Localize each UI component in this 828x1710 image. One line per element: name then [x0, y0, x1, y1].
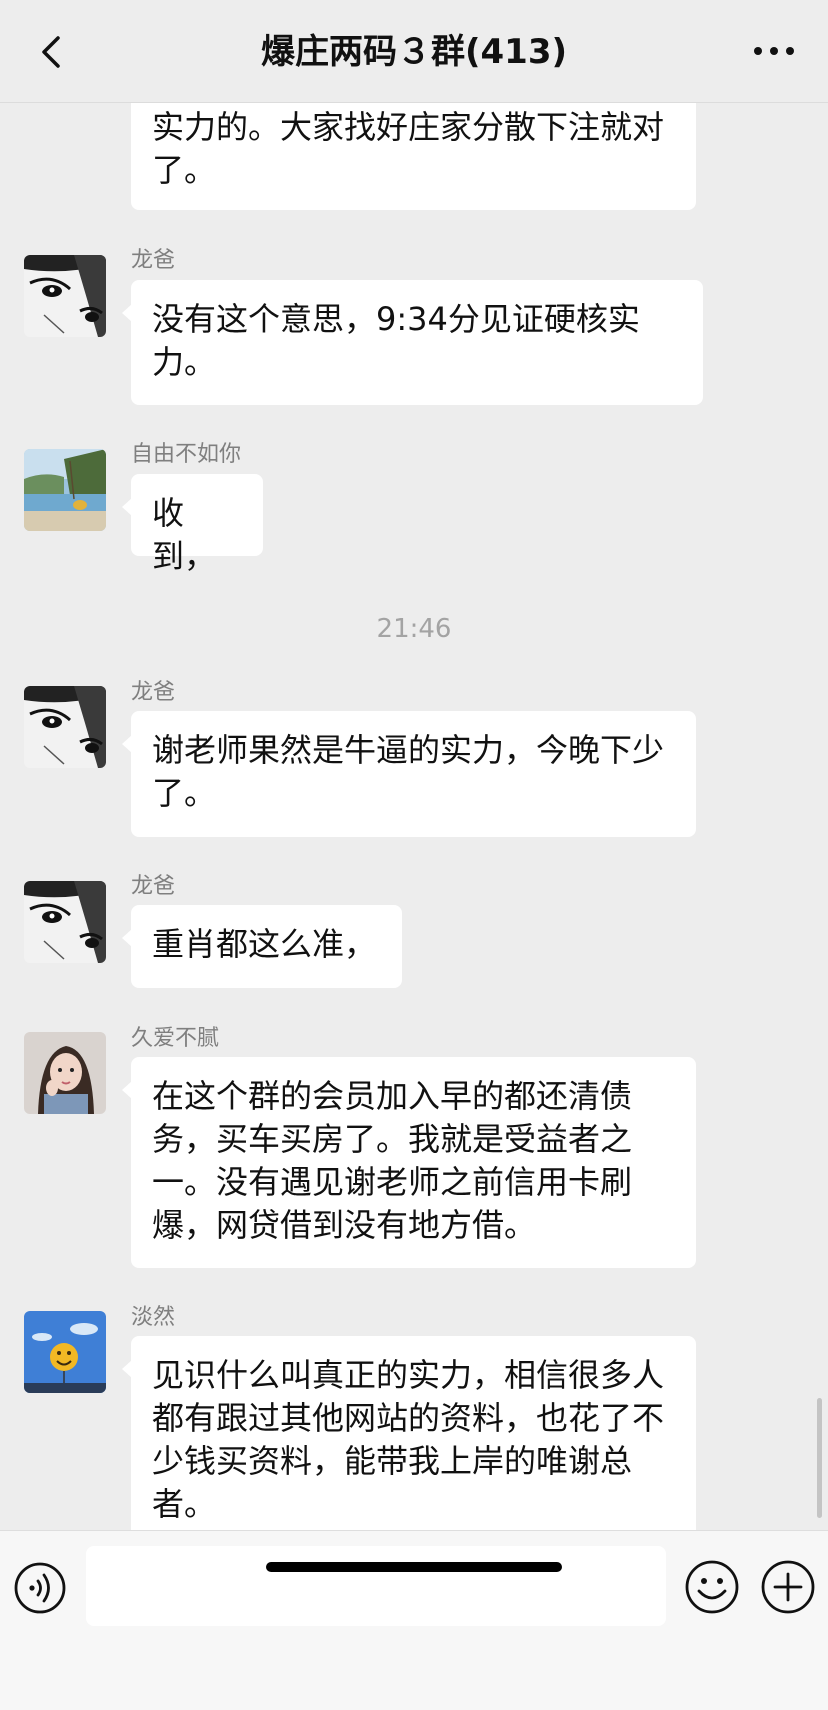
message-text: 谢老师果然是牛逼的实力，今晚下少了。: [152, 731, 665, 812]
voice-icon: [14, 1562, 66, 1614]
manga-eyes-avatar-icon: [24, 686, 106, 768]
voice-button[interactable]: [13, 1561, 67, 1615]
avatar-smiley-balloon[interactable]: [24, 1311, 106, 1393]
avatar-manga-eyes[interactable]: [24, 881, 106, 963]
ellipsis-icon: [754, 47, 794, 55]
sender-name: 龙爸: [131, 874, 176, 899]
message-text: 实力的。大家找好庄家分散下注就对了。: [152, 108, 665, 189]
nav-header: 爆庄两码３群(413): [0, 0, 828, 103]
emoji-icon: [685, 1560, 739, 1614]
home-indicator: [266, 1562, 562, 1572]
sender-name: 淡然: [131, 1305, 176, 1330]
emoji-button[interactable]: [684, 1559, 740, 1615]
avatar-lake[interactable]: [24, 449, 106, 531]
chat-title: 爆庄两码３群(413): [260, 32, 568, 72]
girl-avatar-icon: [24, 1032, 106, 1114]
message-text: 没有这个意思，9:34分见证硬核实力。: [152, 300, 640, 381]
plus-icon: [761, 1560, 815, 1614]
message-input[interactable]: [86, 1546, 666, 1626]
message-text: 重肖都这么准，: [152, 925, 377, 963]
avatar-girl[interactable]: [24, 1032, 106, 1114]
chat-screen: 实力的。大家找好庄家分散下注就对了。 龙爸 没有这个意思，9:34分见证硬核实力…: [0, 0, 828, 1710]
manga-eyes-avatar-icon: [24, 255, 106, 337]
message-text: 见识什么叫真正的实力，相信很多人都有跟过其他网站的资料，也花了不少钱买资料，能带…: [152, 1356, 665, 1523]
input-bar: [0, 1530, 828, 1710]
message-bubble[interactable]: 没有这个意思，9:34分见证硬核实力。: [122, 280, 703, 405]
avatar-manga-eyes[interactable]: [24, 255, 106, 337]
scrollbar[interactable]: [817, 1398, 822, 1518]
message-bubble[interactable]: 在这个群的会员加入早的都还清债务，买车买房了。我就是受益者之一。没有遇见谢老师之…: [122, 1057, 696, 1268]
more-button[interactable]: [750, 36, 798, 66]
sender-name: 龙爸: [131, 248, 176, 273]
sender-name: 久爱不腻: [131, 1026, 220, 1051]
message-bubble[interactable]: 重肖都这么准，: [122, 905, 402, 988]
sender-name: 龙爸: [131, 680, 176, 705]
smiley-balloon-avatar-icon: [24, 1311, 106, 1393]
message-bubble[interactable]: 收到，: [122, 474, 263, 575]
message-list[interactable]: 实力的。大家找好庄家分散下注就对了。 龙爸 没有这个意思，9:34分见证硬核实力…: [0, 0, 828, 1530]
message-bubble[interactable]: 谢老师果然是牛逼的实力，今晚下少了。: [122, 711, 696, 837]
manga-eyes-avatar-icon: [24, 881, 106, 963]
message-bubble[interactable]: 见识什么叫真正的实力，相信很多人都有跟过其他网站的资料，也花了不少钱买资料，能带…: [122, 1336, 696, 1530]
lake-avatar-icon: [24, 449, 106, 531]
avatar-manga-eyes[interactable]: [24, 686, 106, 768]
back-button[interactable]: [30, 30, 74, 74]
chat-timestamp: 21:46: [376, 614, 452, 644]
plus-button[interactable]: [760, 1559, 816, 1615]
sender-name: 自由不如你: [131, 442, 242, 467]
message-text: 收到，: [152, 494, 217, 575]
message-text: 在这个群的会员加入早的都还清债务，买车买房了。我就是受益者之一。没有遇见谢老师之…: [152, 1077, 633, 1244]
chevron-left-icon: [42, 36, 60, 68]
